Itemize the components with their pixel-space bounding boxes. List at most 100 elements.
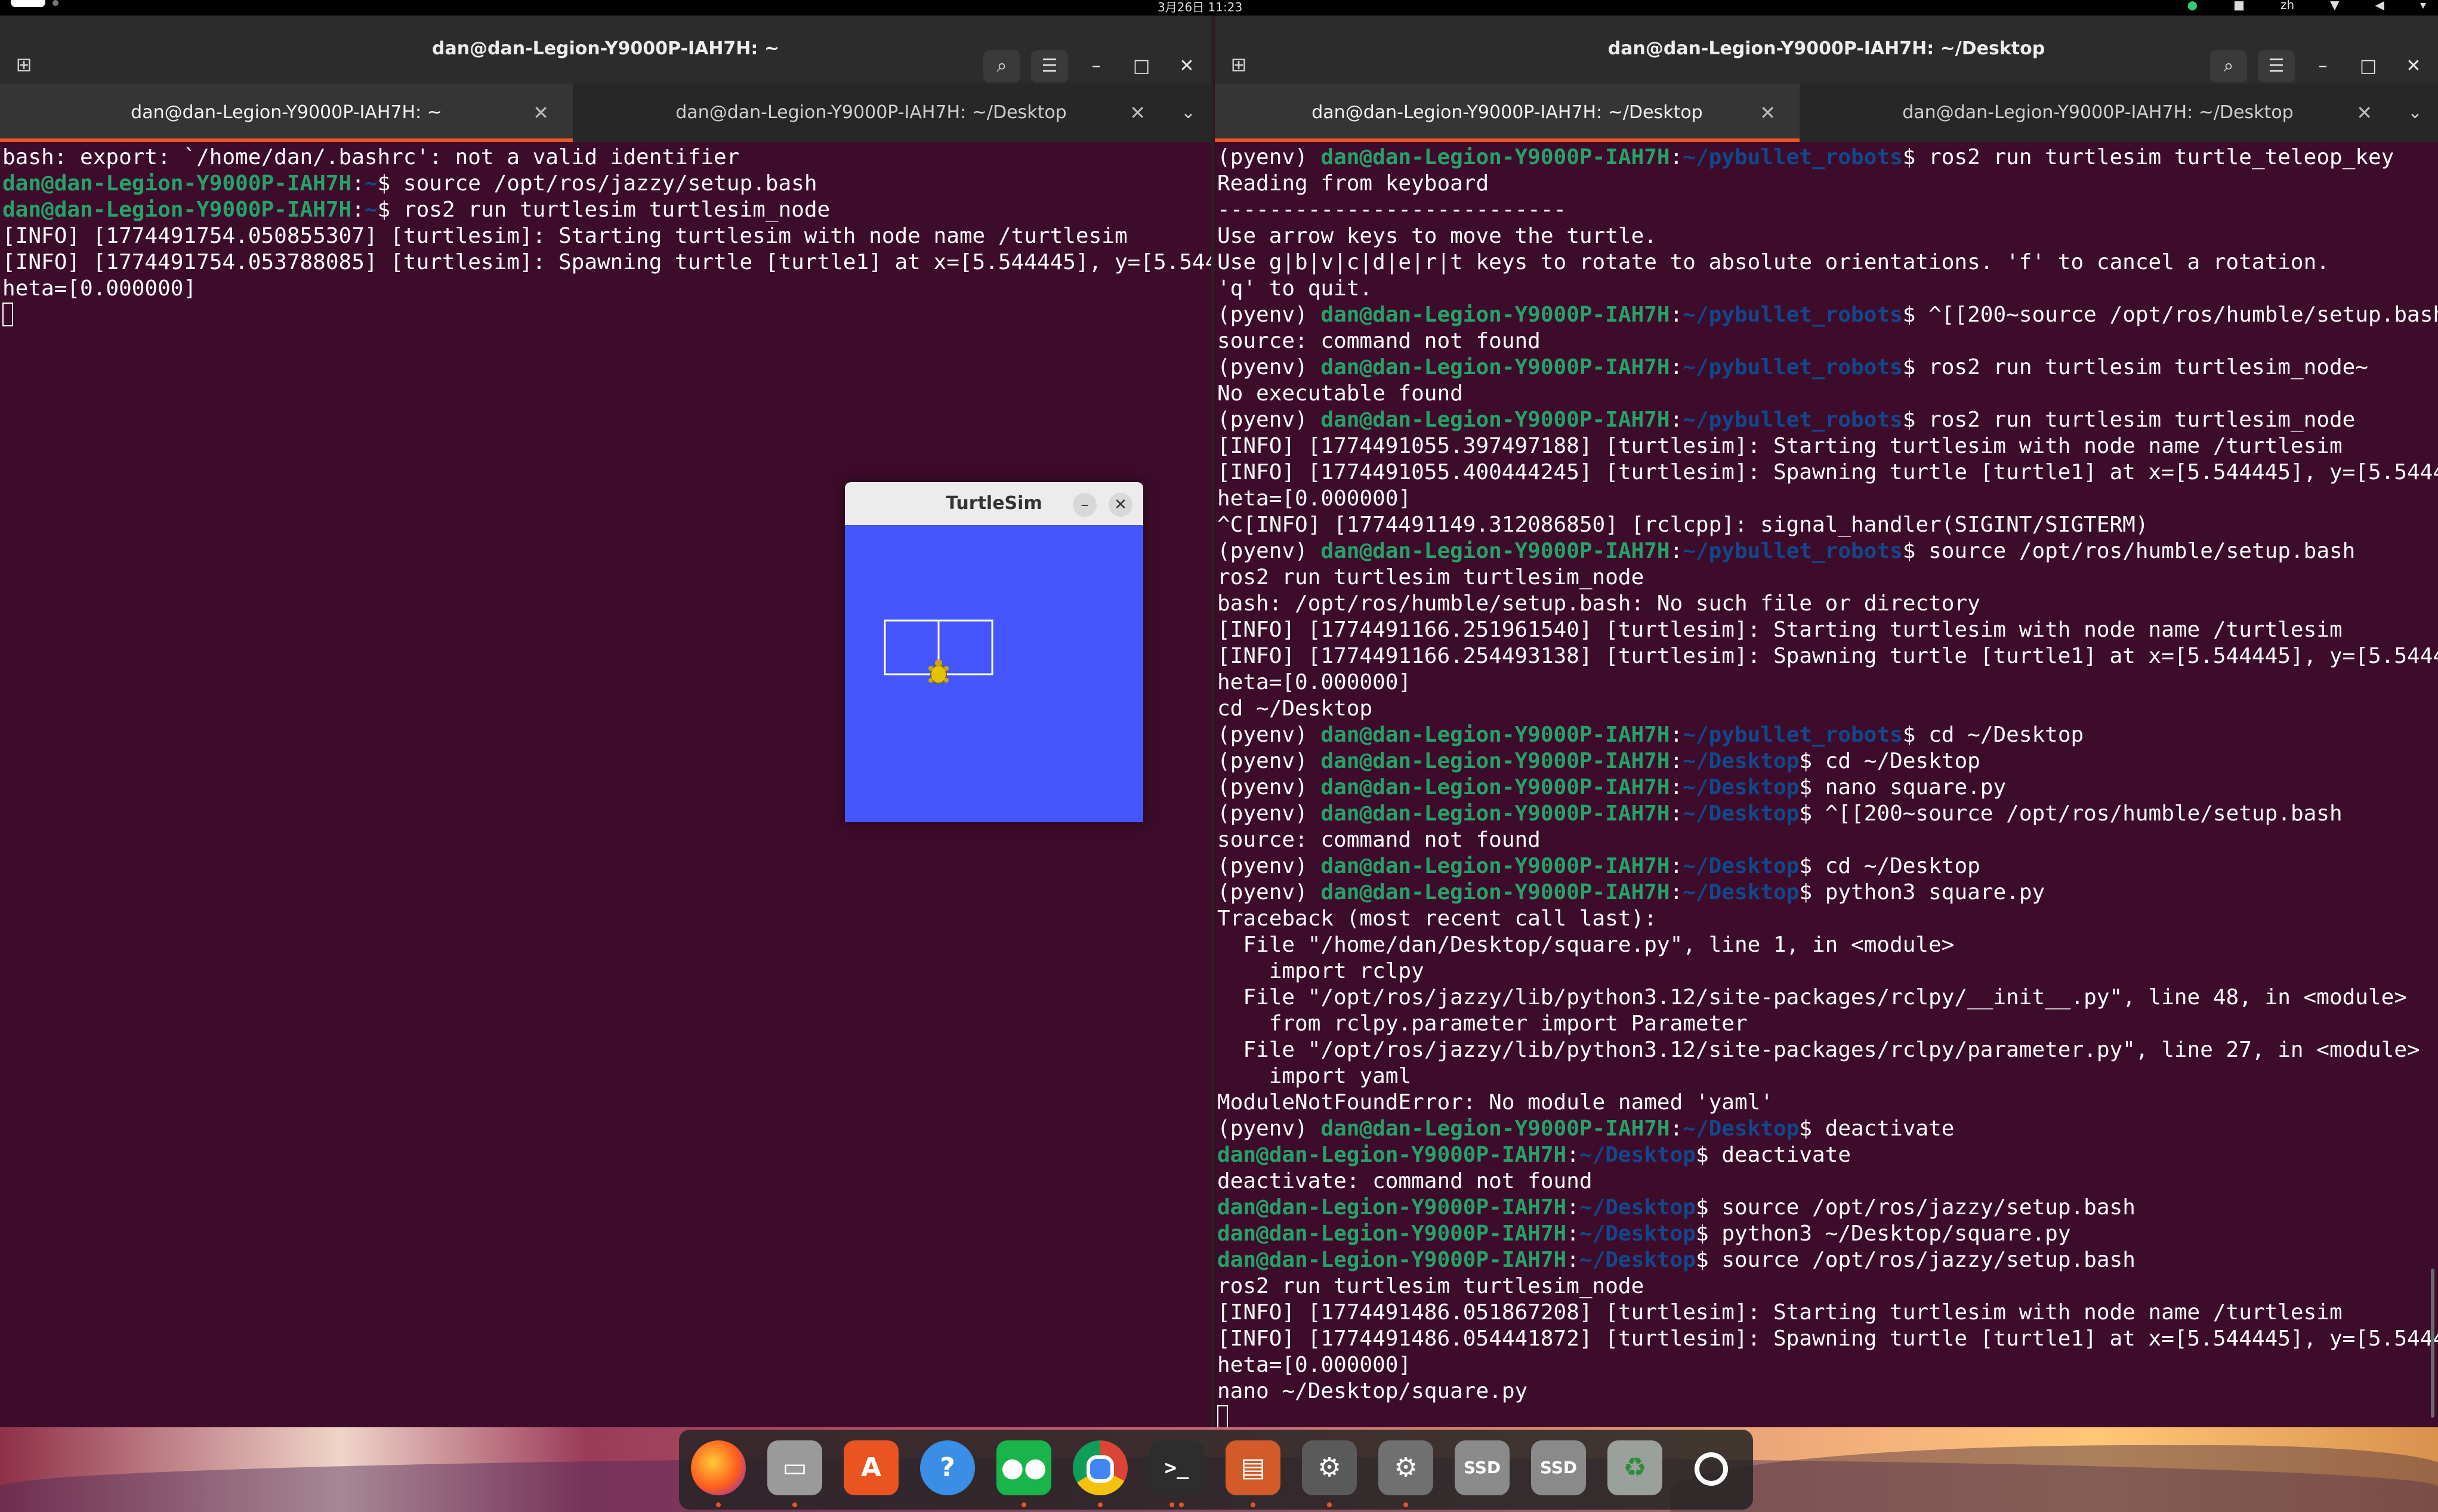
slides-icon[interactable]: ▤ xyxy=(1226,1440,1280,1495)
terminal-line: cd ~/Desktop xyxy=(1217,696,2438,722)
gear-icon[interactable]: ⚙ xyxy=(1302,1440,1357,1495)
close-tab-icon[interactable]: ✕ xyxy=(1760,84,1776,142)
help-icon[interactable]: ? xyxy=(920,1440,975,1495)
screen-icon[interactable]: ■ xyxy=(2233,0,2245,12)
volume-icon[interactable]: ◀ xyxy=(2375,0,2384,12)
activities-indicator[interactable] xyxy=(11,0,45,7)
terminal-line: nano ~/Desktop/square.py xyxy=(1217,1378,2438,1405)
tab-desktop-2[interactable]: dan@dan-Legion-Y9000P-IAH7H: ~/Desktop ✕ xyxy=(1800,84,2396,142)
output-text: ^C[INFO] [1774491149.312086850] [rclcpp]… xyxy=(1217,513,2149,537)
terminal-line: (pyenv) dan@dan-Legion-Y9000P-IAH7H:~/py… xyxy=(1217,355,2369,379)
drive-icon[interactable]: SSD xyxy=(1531,1440,1586,1495)
terminal-line: ModuleNotFoundError: No module named 'ya… xyxy=(1217,1090,2438,1116)
gear-icon[interactable]: ⚙ xyxy=(1378,1440,1433,1495)
terminal-output[interactable]: (pyenv) dan@dan-Legion-Y9000P-IAH7H:~/py… xyxy=(1215,142,2438,1427)
terminal-line: ^C[INFO] [1774491149.312086850] [rclcpp]… xyxy=(1217,512,2438,538)
wifi-icon[interactable]: ▼ xyxy=(2330,0,2339,12)
scrollbar[interactable] xyxy=(2431,1269,2434,1418)
ubuntu-logo-icon[interactable] xyxy=(1684,1440,1739,1495)
maximize-button[interactable]: □ xyxy=(2351,50,2385,82)
prompt-path: ~/pybullet_robots xyxy=(1683,408,1903,432)
command-text: $ cd ~/Desktop xyxy=(1799,854,1980,878)
close-tab-icon[interactable]: ✕ xyxy=(533,84,549,142)
menu-button[interactable]: ☰ xyxy=(2258,50,2295,82)
right-titlebar[interactable]: ⊞ dan@dan-Legion-Y9000P-IAH7H: ~/Desktop… xyxy=(1215,16,2438,84)
search-button[interactable]: ⌕ xyxy=(983,50,1020,82)
venv-prefix: (pyenv) xyxy=(1217,749,1321,773)
output-text: [INFO] [1774491166.251961540] [turtlesim… xyxy=(1217,618,2343,642)
terminal-line: (pyenv) dan@dan-Legion-Y9000P-IAH7H:~/py… xyxy=(1217,723,2084,747)
output-text: heta=[0.000000] xyxy=(1217,670,1412,695)
close-tab-icon[interactable]: ✕ xyxy=(2356,84,2372,142)
input-method-label[interactable]: zh xyxy=(2280,0,2294,12)
minimize-button[interactable]: – xyxy=(1073,493,1097,517)
output-text: No executable found xyxy=(1217,381,1463,406)
prompt-path: ~/Desktop xyxy=(1579,1221,1696,1246)
output-text: ModuleNotFoundError: No module named 'ya… xyxy=(1217,1090,1773,1115)
search-button[interactable]: ⌕ xyxy=(2210,50,2247,82)
minimize-button[interactable]: – xyxy=(2306,50,2340,82)
terminal-line: Reading from keyboard xyxy=(1217,171,2438,197)
prompt-path: ~/Desktop xyxy=(1579,1195,1696,1220)
prompt-user-host: dan@dan-Legion-Y9000P-IAH7H xyxy=(1217,1195,1567,1220)
prompt-path: ~/pybullet_robots xyxy=(1683,303,1903,327)
tab-desktop-1[interactable]: dan@dan-Legion-Y9000P-IAH7H: ~/Desktop ✕ xyxy=(1215,84,1800,142)
prompt-path: ~/Desktop xyxy=(1683,749,1800,773)
terminal-line: (pyenv) dan@dan-Legion-Y9000P-IAH7H:~/De… xyxy=(1217,854,1980,878)
close-button[interactable]: ✕ xyxy=(2396,50,2431,82)
search-icon: ⌕ xyxy=(996,55,1007,76)
prompt-user-host: dan@dan-Legion-Y9000P-IAH7H xyxy=(1320,723,1670,747)
prompt-path: ~/Desktop xyxy=(1683,801,1800,826)
tab-home[interactable]: dan@dan-Legion-Y9000P-IAH7H: ~ ✕ xyxy=(0,84,573,142)
wallpaper-strip: ▭ A ? ●● >_ ▤ ⚙ ⚙ SSD SSD ♻ xyxy=(0,1427,2438,1512)
output-text: ros2 run turtlesim turtlesim_node xyxy=(1217,565,1644,590)
terminal-line: heta=[0.000000] xyxy=(1217,1352,2438,1378)
trash-icon[interactable]: ♻ xyxy=(1607,1440,1662,1495)
prompt-path: ~/Desktop xyxy=(1683,854,1800,878)
turtle-icon xyxy=(928,659,949,684)
terminal-line: ros2 run turtlesim turtlesim_node xyxy=(1217,564,2438,591)
close-tab-icon[interactable]: ✕ xyxy=(1129,84,1146,142)
maximize-button[interactable]: □ xyxy=(1124,50,1159,82)
close-button[interactable]: ✕ xyxy=(1169,50,1204,82)
terminal-line: bash: /opt/ros/humble/setup.bash: No suc… xyxy=(1217,591,2438,617)
close-button[interactable]: ✕ xyxy=(1109,493,1132,517)
command-text: $ source /opt/ros/jazzy/setup.bash xyxy=(1695,1248,2135,1272)
terminal-icon[interactable]: >_ xyxy=(1149,1440,1204,1495)
output-text: deactivate: command not found xyxy=(1217,1169,1593,1193)
folder-icon[interactable]: ▭ xyxy=(767,1440,822,1495)
terminal-line: [INFO] [1774491055.397497188] [turtlesim… xyxy=(1217,433,2438,459)
left-titlebar[interactable]: ⊞ dan@dan-Legion-Y9000P-IAH7H: ~ ⌕ ☰ – □… xyxy=(0,16,1211,84)
tab-desktop[interactable]: dan@dan-Legion-Y9000P-IAH7H: ~/Desktop ✕ xyxy=(573,84,1169,142)
clock[interactable]: 3月26日 11:23 xyxy=(1158,0,1242,15)
workspace-dot[interactable] xyxy=(53,0,58,6)
tabs-menu-chevron-icon[interactable]: ⌄ xyxy=(1181,84,1196,142)
terminal-line: (pyenv) dan@dan-Legion-Y9000P-IAH7H:~/De… xyxy=(1217,749,1980,773)
tabs-menu-chevron-icon[interactable]: ⌄ xyxy=(2408,84,2422,142)
app-store-icon[interactable]: A xyxy=(844,1440,899,1495)
venv-prefix: (pyenv) xyxy=(1217,145,1321,169)
command-text: $ cd ~/Desktop xyxy=(1902,723,2084,747)
menu-button[interactable]: ☰ xyxy=(1031,50,1068,82)
minimize-button[interactable]: – xyxy=(1079,50,1113,82)
command-text: $ ros2 run turtlesim turtlesim_node xyxy=(1902,408,2356,432)
firefox-icon[interactable] xyxy=(691,1440,746,1495)
drive-icon[interactable]: SSD xyxy=(1455,1440,1510,1495)
output-text: import yaml xyxy=(1217,1064,1412,1088)
prompt-user-host: dan@dan-Legion-Y9000P-IAH7H xyxy=(1320,801,1670,826)
system-tray[interactable]: ● ■ zh ▼ ◀ ▾ xyxy=(2187,0,2426,12)
power-icon[interactable]: ▾ xyxy=(2420,0,2426,12)
turtlesim-canvas xyxy=(845,525,1143,822)
wechat-tray-icon[interactable]: ● xyxy=(2187,0,2198,12)
terminal-line: [INFO] [1774491754.050855307] [turtlesim… xyxy=(2,223,1211,249)
terminal-line: ros2 run turtlesim turtlesim_node xyxy=(1217,1273,2438,1300)
wechat-icon[interactable]: ●● xyxy=(996,1440,1051,1495)
terminal-line: dan@dan-Legion-Y9000P-IAH7H:~/Desktop$ d… xyxy=(1217,1143,1851,1167)
chrome-icon[interactable] xyxy=(1073,1440,1128,1495)
prompt-user-host: dan@dan-Legion-Y9000P-IAH7H xyxy=(1217,1143,1567,1167)
output-text: ros2 run turtlesim turtlesim_node xyxy=(1217,1274,1644,1298)
prompt-path: ~ xyxy=(364,171,378,196)
turtlesim-titlebar[interactable]: TurtleSim – ✕ xyxy=(845,482,1143,525)
venv-prefix: (pyenv) xyxy=(1217,854,1321,878)
text-cursor xyxy=(1217,1405,1228,1427)
